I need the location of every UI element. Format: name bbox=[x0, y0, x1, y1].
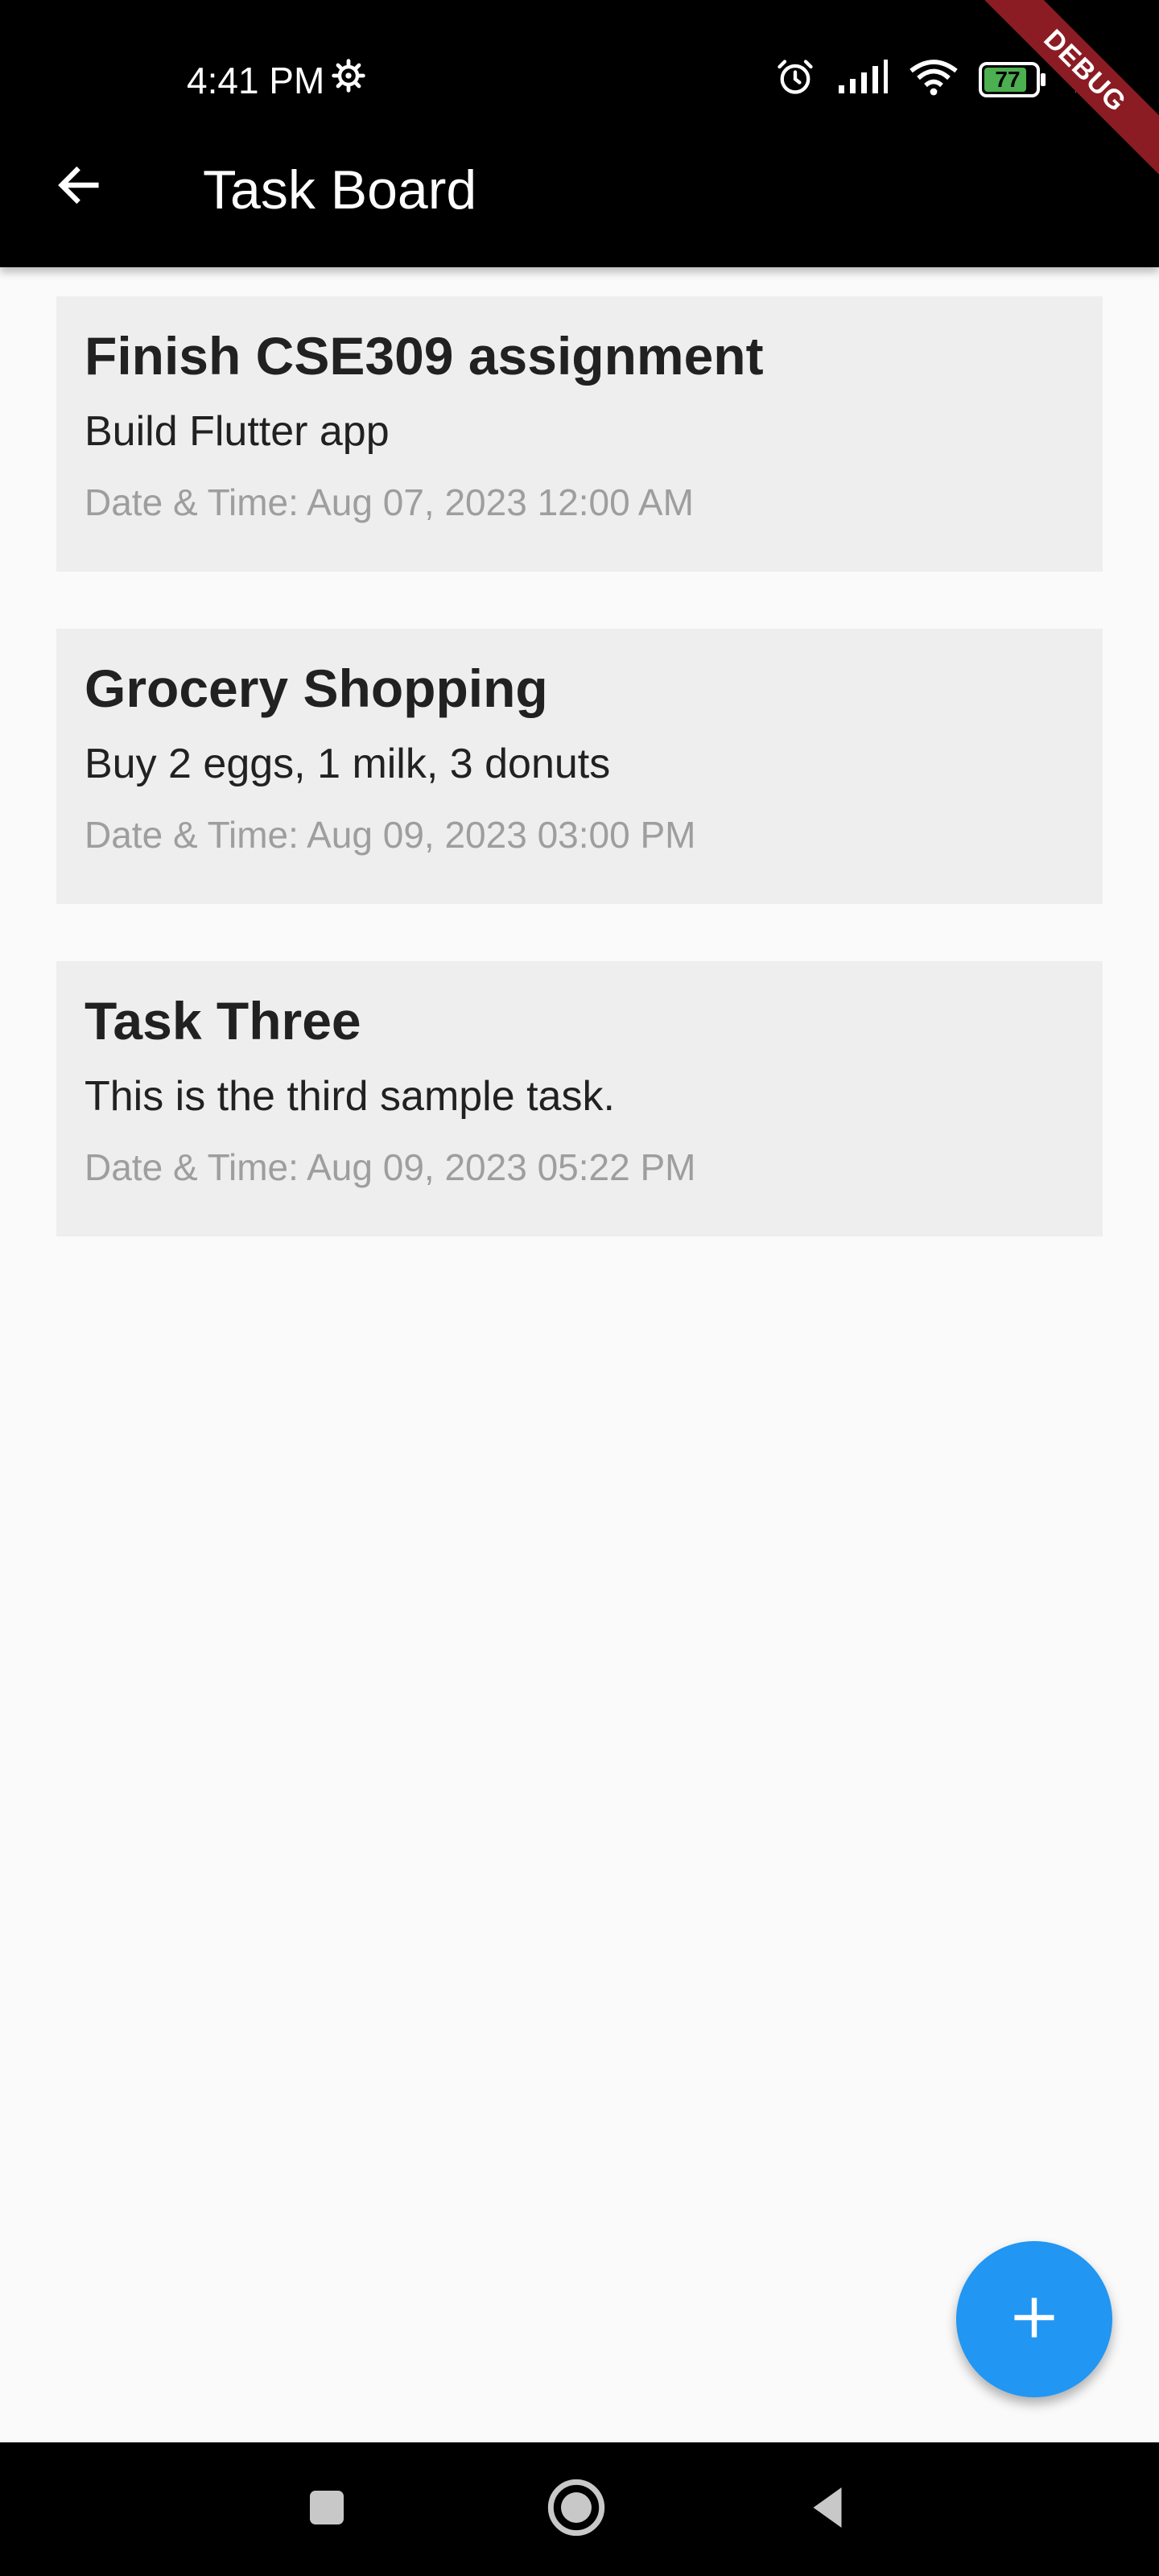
task-title: Task Three bbox=[85, 991, 361, 1051]
status-bar-time: 4:41 PM bbox=[187, 58, 366, 103]
recents-button[interactable] bbox=[295, 2477, 359, 2541]
task-description: Build Flutter app bbox=[85, 408, 390, 455]
task-description: This is the third sample task. bbox=[85, 1073, 615, 1120]
task-title: Finish CSE309 assignment bbox=[85, 326, 764, 386]
task-title: Grocery Shopping bbox=[85, 658, 548, 718]
alarm-icon bbox=[774, 56, 816, 102]
back-button[interactable] bbox=[47, 155, 111, 219]
home-icon bbox=[546, 2477, 607, 2542]
task-datetime: Date & Time: Aug 09, 2023 03:00 PM bbox=[85, 814, 696, 856]
recents-icon bbox=[304, 2485, 349, 2534]
back-icon bbox=[803, 2483, 852, 2536]
task-datetime: Date & Time: Aug 09, 2023 05:22 PM bbox=[85, 1146, 696, 1188]
status-time-text: 4:41 PM bbox=[187, 60, 325, 101]
signal-icon bbox=[837, 60, 889, 99]
wifi-icon bbox=[909, 58, 958, 101]
task-card[interactable]: Grocery Shopping Buy 2 eggs, 1 milk, 3 d… bbox=[56, 629, 1103, 904]
status-icons: 77 bbox=[774, 56, 1087, 102]
arrow-back-icon bbox=[53, 159, 105, 215]
task-card[interactable]: Task Three This is the third sample task… bbox=[56, 961, 1103, 1236]
settings-icon bbox=[331, 58, 366, 103]
task-datetime: Date & Time: Aug 07, 2023 12:00 AM bbox=[85, 481, 694, 523]
system-nav-bar bbox=[0, 2442, 1159, 2576]
add-task-button[interactable] bbox=[956, 2241, 1112, 2397]
nav-back-button[interactable] bbox=[795, 2477, 860, 2541]
page-title: Task Board bbox=[203, 159, 477, 221]
home-button[interactable] bbox=[544, 2477, 608, 2541]
add-icon bbox=[1008, 2292, 1060, 2347]
app-bar: 4:41 PM 77 Task Board bbox=[0, 0, 1159, 267]
battery-level-text: 77 bbox=[995, 66, 1021, 92]
screen: 4:41 PM 77 Task Board DEBUG Finish CSE30… bbox=[0, 0, 1159, 2576]
task-list: Finish CSE309 assignment Build Flutter a… bbox=[56, 296, 1103, 1294]
task-card[interactable]: Finish CSE309 assignment Build Flutter a… bbox=[56, 296, 1103, 572]
battery-icon: 77 bbox=[979, 61, 1048, 97]
task-description: Buy 2 eggs, 1 milk, 3 donuts bbox=[85, 741, 611, 787]
